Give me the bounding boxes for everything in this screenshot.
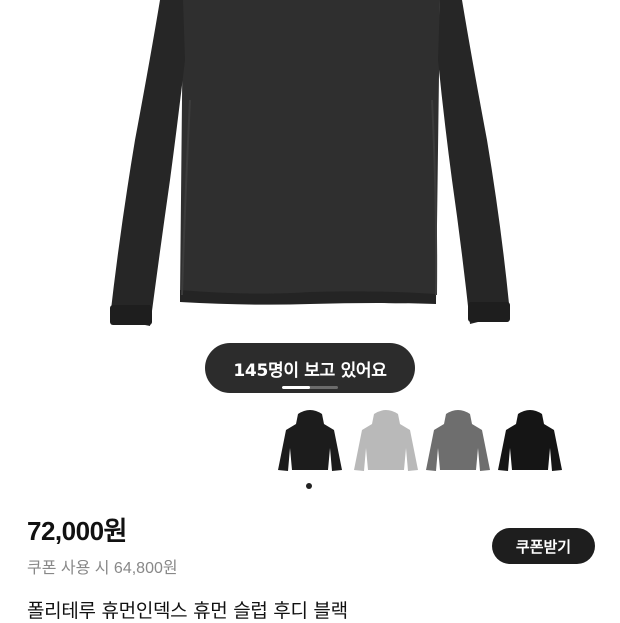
selected-variant-indicator <box>306 483 312 489</box>
hoodie-photo <box>110 0 510 326</box>
viewer-count-text: 145명이 보고 있어요 <box>233 360 387 381</box>
variant-thumb-3[interactable] <box>424 408 492 478</box>
product-hero-image[interactable]: 145명이 보고 있어요 <box>0 0 620 398</box>
hoodie-thumbnail-icon <box>498 410 562 471</box>
hoodie-thumbnail-icon <box>278 410 342 471</box>
hoodie-thumbnail-icon <box>354 410 418 471</box>
product-price: 72,000원 <box>27 516 127 546</box>
get-coupon-button[interactable]: 쿠폰받기 <box>492 528 595 564</box>
product-title: 폴리테루 휴먼인덱스 휴먼 슬럽 후디 블랙 <box>27 600 348 622</box>
image-slide-progress <box>282 386 338 389</box>
hoodie-thumbnail-icon <box>426 410 490 471</box>
variant-thumb-4[interactable] <box>496 408 564 478</box>
color-variant-list <box>0 408 620 480</box>
variant-thumb-1[interactable] <box>276 408 344 478</box>
image-slide-progress-fill <box>282 386 310 389</box>
variant-thumb-2[interactable] <box>352 408 420 478</box>
coupon-price-text: 쿠폰 사용 시 64,800원 <box>27 560 178 577</box>
